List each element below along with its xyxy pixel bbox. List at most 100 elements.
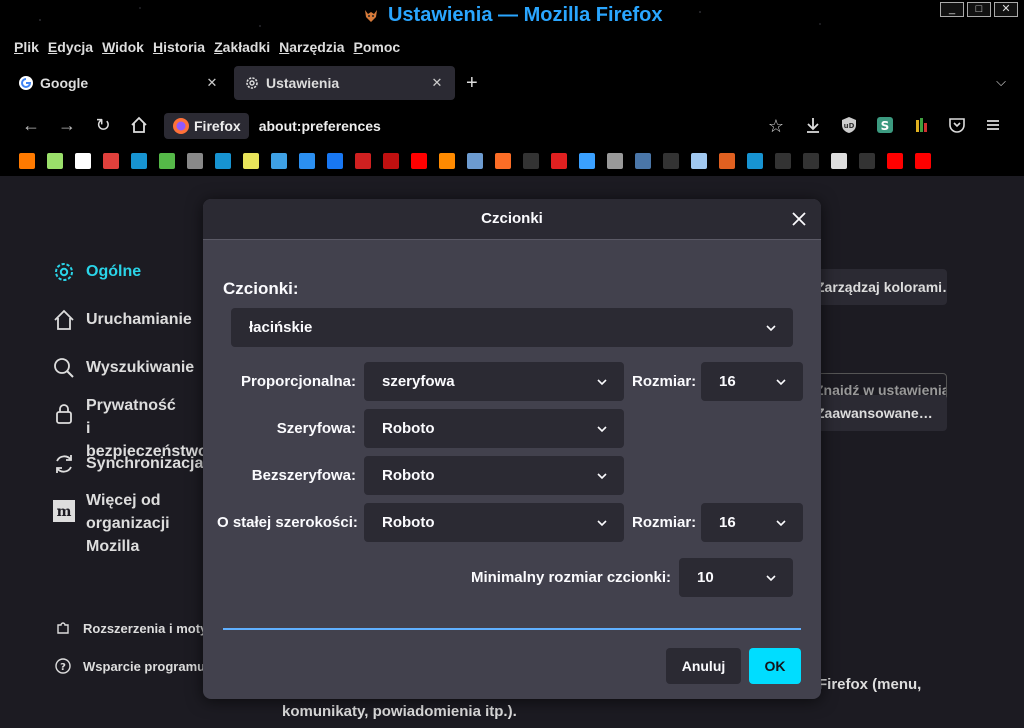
menubar: Plik Edycja Widok Historia Zakładki Narz… [0, 34, 1024, 60]
close-window-button[interactable]: ✕ [994, 2, 1018, 17]
dw-icon[interactable] [243, 153, 259, 169]
eye-icon[interactable] [467, 153, 483, 169]
script-select[interactable]: łacińskie [231, 308, 793, 347]
menu-zakladki[interactable]: Zakładki [214, 39, 270, 55]
tab-close-icon[interactable]: ✕ [429, 75, 445, 91]
new-tab-button[interactable]: + [466, 72, 478, 95]
menu-narzedzia[interactable]: Narzędzia [279, 39, 344, 55]
ublock-icon[interactable]: uD [839, 115, 859, 135]
gimp-icon[interactable] [187, 153, 203, 169]
ghost-icon[interactable] [75, 153, 91, 169]
github-icon[interactable] [663, 153, 679, 169]
arch-icon[interactable] [215, 153, 231, 169]
e-icon[interactable] [355, 153, 371, 169]
binary-icon[interactable] [831, 153, 847, 169]
monospace-size-label: Rozmiar: [632, 514, 697, 531]
facebook-icon[interactable] [327, 153, 343, 169]
orange-square-icon[interactable] [19, 153, 35, 169]
github-icon[interactable] [523, 153, 539, 169]
minimize-button[interactable]: _ [940, 2, 964, 17]
tab-ustawienia[interactable]: Ustawienia ✕ [234, 66, 455, 100]
octocat-icon[interactable] [47, 153, 63, 169]
sidebar-item-label: Uruchamianie [86, 311, 192, 328]
proportional-size-select[interactable]: 16 [701, 362, 803, 401]
close-icon[interactable] [789, 209, 809, 229]
sidebar-item-general[interactable]: Ogólne [52, 260, 141, 284]
sidebar-item-home[interactable]: Uruchamianie [52, 308, 192, 332]
list-all-tabs-button[interactable]: ⌵ [996, 74, 1006, 90]
reload-icon[interactable]: ↻ [90, 112, 116, 138]
cancel-button[interactable]: Anuluj [666, 648, 741, 684]
youtube-icon[interactable] [411, 153, 427, 169]
menu-historia[interactable]: Historia [153, 39, 205, 55]
select-value: łacińskie [249, 319, 313, 336]
navbar: ← → ↻ Firefox ☆ uD S [0, 104, 1024, 146]
mozilla-icon: m [53, 500, 75, 522]
proportional-select[interactable]: szeryfowa [364, 362, 624, 401]
identity-label: Firefox [194, 118, 241, 134]
background-text-line2: komunikaty, powiadomienia itp.). [282, 703, 517, 720]
orange-box-icon[interactable] [719, 153, 735, 169]
menu-widok[interactable]: Widok [102, 39, 144, 55]
arch-red-icon[interactable] [103, 153, 119, 169]
serif-select[interactable]: Roboto [364, 409, 624, 448]
swift-icon[interactable] [579, 153, 595, 169]
green-box-icon[interactable] [159, 153, 175, 169]
dolphin-icon[interactable] [607, 153, 623, 169]
back-icon[interactable]: ← [18, 112, 44, 138]
sidebar-item-search[interactable]: Wyszukiwanie [52, 356, 194, 380]
sidebar-item-support[interactable]: ? Wsparcie programu Firefox [55, 658, 203, 674]
maximize-button[interactable]: □ [967, 2, 991, 17]
m-red-icon[interactable] [551, 153, 567, 169]
extension-bars-icon[interactable] [911, 115, 931, 135]
p-icon[interactable] [299, 153, 315, 169]
chevron-down-icon [766, 574, 776, 581]
select-value: 16 [719, 514, 736, 531]
url-input[interactable] [256, 117, 737, 135]
youtube-icon[interactable] [887, 153, 903, 169]
monospace-select[interactable]: Roboto [364, 503, 624, 542]
cube-icon[interactable] [691, 153, 707, 169]
sidebar-item-sync[interactable]: Synchronizacja [52, 452, 203, 476]
home-icon [54, 309, 74, 330]
downloads-icon[interactable] [803, 115, 823, 135]
menu-edycja[interactable]: Edycja [48, 39, 93, 55]
ok-button[interactable]: OK [749, 648, 801, 684]
menu-plik[interactable]: Plik [14, 39, 39, 55]
p-orange-icon[interactable] [439, 153, 455, 169]
hamburger-menu-icon[interactable] [983, 115, 1003, 135]
github-icon[interactable] [775, 153, 791, 169]
red-text-icon[interactable] [383, 153, 399, 169]
arch-icon[interactable] [131, 153, 147, 169]
sidebar-item-extensions[interactable]: Rozszerzenia i motywy [55, 620, 203, 636]
menu-pomoc[interactable]: Pomoc [354, 39, 401, 55]
svg-text:S: S [881, 119, 890, 133]
chevron-down-icon [776, 378, 786, 385]
identity-box[interactable]: Firefox [164, 113, 249, 139]
bookmark-star-icon[interactable]: ☆ [768, 116, 784, 137]
sidebar-item-more-from-mozilla[interactable]: m Więcej od organizacji Mozilla [52, 489, 206, 558]
stylus-icon[interactable]: S [875, 115, 895, 135]
urlbar[interactable]: Firefox ☆ [162, 110, 790, 142]
window-titlebar: Ustawienia — Mozilla Firefox _ □ ✕ [0, 0, 1024, 34]
chevron-down-icon [597, 472, 607, 479]
vk-icon[interactable] [635, 153, 651, 169]
gitlab-icon[interactable] [495, 153, 511, 169]
html5-icon[interactable] [271, 153, 287, 169]
proportional-size-label: Rozmiar: [632, 373, 697, 390]
github-icon[interactable] [803, 153, 819, 169]
sidebar-item-label: Synchronizacja [86, 455, 204, 472]
pocket-icon[interactable] [947, 115, 967, 135]
home-icon[interactable] [126, 112, 152, 138]
min-font-size-select[interactable]: 10 [679, 558, 793, 597]
sans-serif-select[interactable]: Roboto [364, 456, 624, 495]
forward-icon[interactable]: → [54, 112, 80, 138]
github-icon[interactable] [859, 153, 875, 169]
arch-icon[interactable] [747, 153, 763, 169]
chevron-down-icon [766, 324, 776, 331]
tab-google[interactable]: Google ✕ [8, 66, 230, 100]
tab-close-icon[interactable]: ✕ [204, 75, 220, 91]
select-value: Roboto [382, 514, 435, 531]
youtube-icon[interactable] [915, 153, 931, 169]
monospace-size-select[interactable]: 16 [701, 503, 803, 542]
